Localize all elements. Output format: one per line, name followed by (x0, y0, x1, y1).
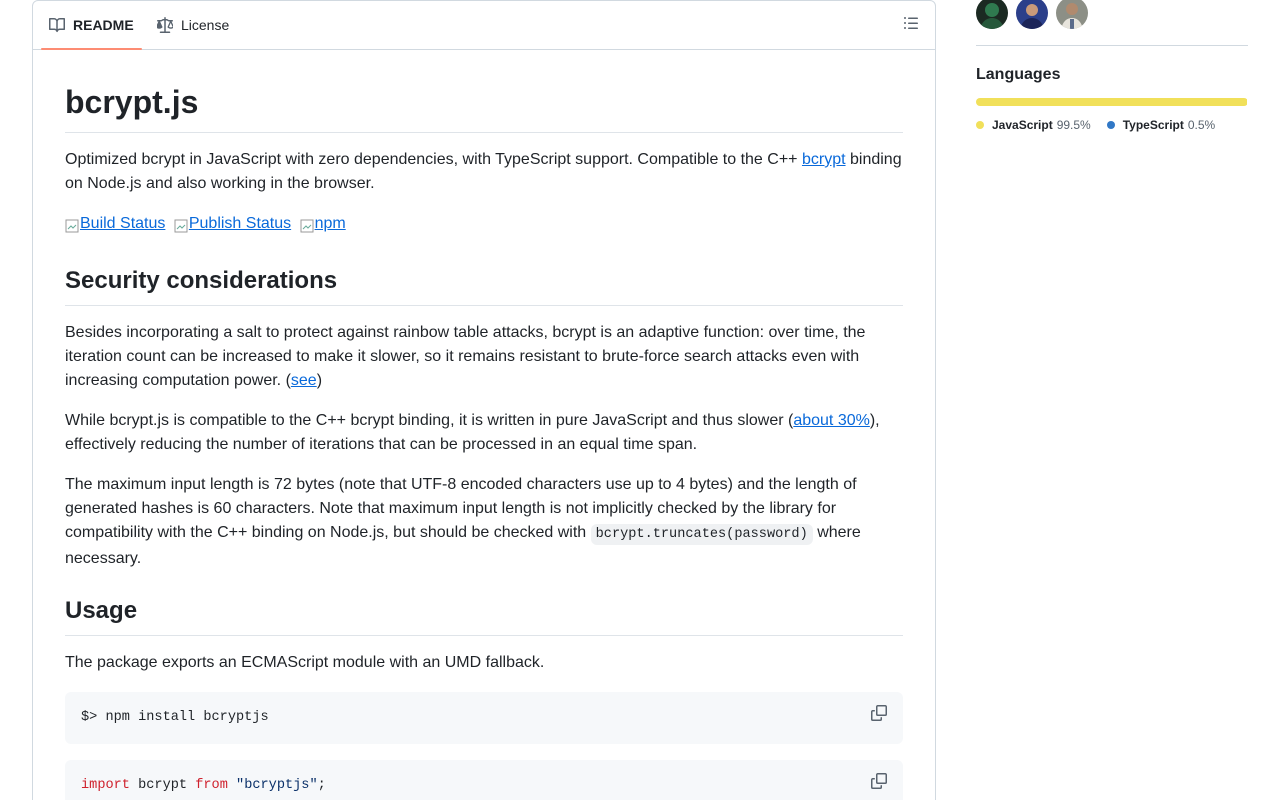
language-item-typescript[interactable]: TypeScript 0.5% (1106, 116, 1216, 134)
import-code: import bcrypt from "bcryptjs"; (65, 760, 903, 800)
language-percent: 0.5% (1187, 118, 1216, 132)
outline-button[interactable] (899, 13, 923, 37)
publish-status-label: Publish Status (188, 215, 292, 232)
copy-icon (871, 772, 887, 794)
see-link[interactable]: see (291, 372, 317, 389)
avatar[interactable] (1016, 0, 1048, 29)
languages-bar (976, 98, 1248, 106)
copy-button[interactable] (869, 772, 889, 794)
code-string: "bcryptjs" (236, 778, 318, 793)
readme-tabbar: README License (33, 1, 935, 50)
languages-list: JavaScript 99.5% TypeScript 0.5% (976, 116, 1248, 134)
install-code: $> npm install bcryptjs (81, 710, 269, 725)
tab-readme-label: README (73, 17, 134, 33)
tab-license[interactable]: License (157, 1, 229, 49)
broken-image-icon (65, 217, 79, 233)
broken-image-icon (174, 217, 188, 233)
intro-paragraph: Optimized bcrypt in JavaScript with zero… (65, 148, 903, 196)
scale-icon (157, 17, 173, 33)
readme-article: bcrypt.js Optimized bcrypt in JavaScript… (65, 50, 903, 800)
readme-title: bcrypt.js (65, 81, 903, 133)
install-codeblock: $> npm install bcryptjs (65, 692, 903, 744)
language-color-dot (1106, 121, 1115, 129)
copy-button[interactable] (869, 704, 889, 726)
avatar[interactable] (1056, 0, 1088, 29)
badges-row: Build Status Publish Status npm (65, 212, 903, 241)
languages-heading: Languages (976, 66, 1061, 83)
security-paragraph-3: The maximum input length is 72 bytes (no… (65, 473, 903, 571)
language-name: JavaScript (992, 118, 1053, 132)
npm-label: npm (314, 215, 346, 232)
language-item-javascript[interactable]: JavaScript 99.5% (976, 116, 1091, 134)
avatar[interactable] (976, 0, 1008, 29)
tab-readme[interactable]: README (41, 1, 142, 50)
book-icon (49, 17, 65, 33)
code-keyword: import (81, 778, 130, 793)
build-status-badge[interactable]: Build Status (65, 212, 165, 236)
truncates-code: bcrypt.truncates(password) (590, 524, 813, 545)
copy-icon (871, 704, 887, 726)
publish-status-badge[interactable]: Publish Status (174, 212, 291, 236)
language-color-dot (976, 121, 984, 129)
bcrypt-link[interactable]: bcrypt (802, 151, 846, 168)
readme-panel: README License bcrypt.js Optimized bcryp… (32, 0, 936, 800)
security-p1-end: ) (316, 372, 323, 389)
language-name: TypeScript (1122, 118, 1184, 132)
code-punct: ; (317, 778, 326, 793)
usage-paragraph: The package exports an ECMAScript module… (65, 654, 545, 671)
build-status-label: Build Status (80, 215, 166, 232)
npm-badge[interactable]: npm (300, 212, 346, 236)
intro-text: Optimized bcrypt in JavaScript with zero… (65, 151, 802, 168)
broken-image-icon (300, 217, 314, 233)
security-paragraph-2: While bcrypt.js is compatible to the C++… (65, 409, 903, 457)
security-heading: Security considerations (65, 265, 903, 306)
import-codeblock: import bcrypt from "bcryptjs"; (65, 760, 903, 800)
security-paragraph-1: Besides incorporating a salt to protect … (65, 321, 903, 393)
tab-license-label: License (181, 17, 230, 33)
security-p1-text: Besides incorporating a salt to protect … (65, 324, 866, 389)
contributors-avatars (976, 0, 1248, 46)
language-percent: 99.5% (1056, 118, 1091, 132)
list-icon (903, 15, 919, 36)
language-bar-segment-javascript (976, 98, 1247, 106)
repo-sidebar: Languages JavaScript 99.5% TypeScript 0.… (976, 0, 1248, 134)
security-p2-text: While bcrypt.js is compatible to the C++… (65, 412, 794, 429)
code-keyword: from (195, 778, 228, 793)
about-30-link[interactable]: about 30% (793, 412, 870, 429)
code-identifier: bcrypt (129, 778, 196, 793)
usage-heading: Usage (65, 595, 903, 636)
